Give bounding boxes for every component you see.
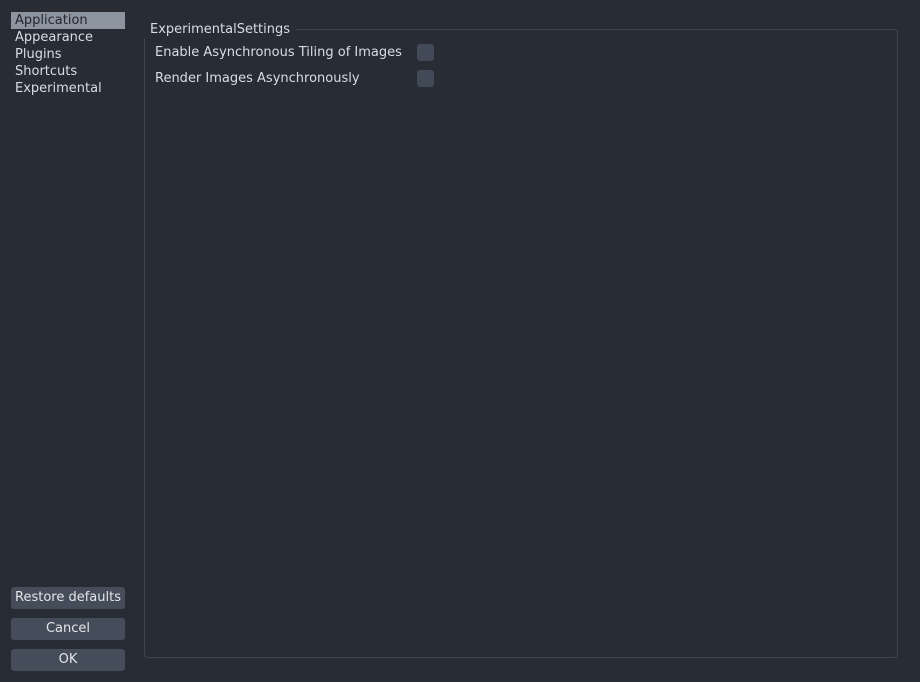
sidebar-item-label: Experimental	[15, 81, 102, 96]
sidebar-item-appearance[interactable]: Appearance	[11, 29, 125, 46]
setting-row-async-render: Render Images Asynchronously	[155, 66, 445, 92]
restore-defaults-button[interactable]: Restore defaults	[11, 587, 125, 609]
ok-button[interactable]: OK	[11, 649, 125, 671]
setting-label: Render Images Asynchronously	[155, 71, 360, 86]
settings-row-list: Enable Asynchronous Tiling of Images Ren…	[155, 40, 445, 92]
cancel-button[interactable]: Cancel	[11, 618, 125, 640]
settings-group-box	[144, 29, 898, 658]
sidebar-item-application[interactable]: Application	[11, 12, 125, 29]
dialog-button-stack: Restore defaults Cancel OK	[11, 587, 125, 671]
setting-label: Enable Asynchronous Tiling of Images	[155, 45, 402, 60]
settings-sidebar: Application Appearance Plugins Shortcuts…	[0, 0, 136, 682]
category-list: Application Appearance Plugins Shortcuts…	[11, 12, 125, 97]
sidebar-item-shortcuts[interactable]: Shortcuts	[11, 63, 125, 80]
sidebar-item-label: Shortcuts	[15, 64, 78, 79]
async-render-checkbox[interactable]	[417, 70, 434, 87]
sidebar-item-plugins[interactable]: Plugins	[11, 46, 125, 63]
sidebar-item-experimental[interactable]: Experimental	[11, 80, 125, 97]
sidebar-item-label: Plugins	[15, 47, 62, 62]
async-tiling-checkbox[interactable]	[417, 44, 434, 61]
setting-row-async-tiling: Enable Asynchronous Tiling of Images	[155, 40, 445, 66]
sidebar-item-label: Application	[15, 13, 88, 28]
sidebar-item-label: Appearance	[15, 30, 94, 45]
settings-group-title: ExperimentalSettings	[144, 21, 297, 38]
